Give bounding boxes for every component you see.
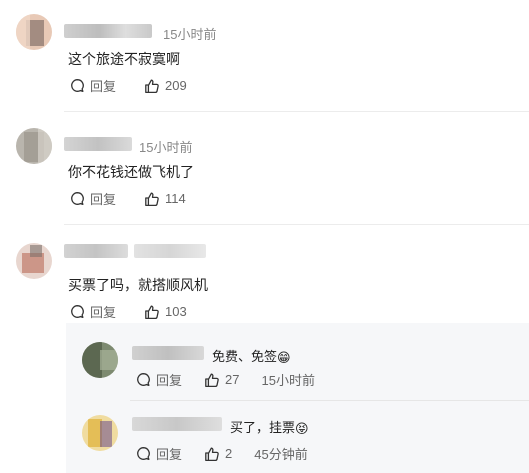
avatar[interactable]	[82, 415, 118, 451]
username-suffix-blurred	[134, 244, 206, 258]
like-count: 209	[165, 78, 187, 93]
like-button[interactable]: 27	[204, 372, 239, 388]
comment-item: 15小时前 这个旅途不寂寞啊 回复 209	[0, 0, 529, 112]
reply-label: 回复	[90, 305, 117, 320]
comment-time: 15小时前	[139, 140, 193, 155]
username-blurred[interactable]	[132, 417, 222, 431]
reply-actions: 回复 27 15小时前	[136, 370, 315, 389]
comment-text: 你不花钱还做飞机了	[68, 164, 194, 180]
reply-text: 免费、免签😁	[212, 346, 291, 365]
comment-time: 15小时前	[163, 27, 217, 42]
like-count: 27	[225, 372, 240, 387]
avatar[interactable]	[82, 342, 118, 378]
reply-label: 回复	[90, 79, 117, 94]
avatar[interactable]	[16, 14, 52, 50]
username-blurred[interactable]	[64, 24, 152, 38]
comment-item: 15小时前 你不花钱还做飞机了 回复 114	[0, 112, 529, 225]
comment-bubble-icon	[137, 447, 150, 460]
comment-text: 买票了吗，就搭顺风机	[68, 277, 208, 293]
reply-button[interactable]: 回复	[136, 444, 182, 463]
comment-bubble-icon	[71, 79, 84, 92]
thumbs-up-icon	[145, 192, 159, 206]
reply-text-content: 买了，挂票	[230, 420, 296, 435]
comment-bubble-icon	[71, 192, 84, 205]
comment-actions: 回复 114	[70, 189, 214, 208]
reply-item: 买了，挂票😝 回复 2 45分钟前	[0, 403, 529, 473]
thumbs-up-icon	[145, 79, 159, 93]
comment-bubble-icon	[137, 373, 150, 386]
thumbs-up-icon	[205, 447, 219, 461]
reply-item: 免费、免签😁 回复 27 15小时前	[0, 330, 529, 400]
comment-actions: 回复 103	[70, 302, 215, 321]
divider	[130, 400, 529, 401]
avatar[interactable]	[16, 128, 52, 164]
like-count: 2	[225, 446, 233, 461]
username-blurred[interactable]	[132, 346, 204, 360]
comment-actions: 回复 209	[70, 76, 215, 95]
grinning-emoji-icon: 😁	[277, 350, 291, 365]
tongue-emoji-icon: 😝	[295, 421, 309, 436]
like-count: 114	[165, 191, 186, 206]
username-blurred[interactable]	[64, 244, 128, 258]
reply-label: 回复	[156, 447, 183, 462]
thumbs-up-icon	[205, 373, 219, 387]
comment-bubble-icon	[71, 305, 84, 318]
thumbs-up-icon	[145, 305, 159, 319]
avatar[interactable]	[16, 243, 52, 279]
reply-button[interactable]: 回复	[70, 76, 116, 95]
like-button[interactable]: 209	[144, 78, 187, 94]
username-blurred[interactable]	[64, 137, 132, 151]
comment-item: 买票了吗，就搭顺风机 回复 103	[0, 225, 529, 325]
like-button[interactable]: 103	[144, 304, 187, 320]
reply-button[interactable]: 回复	[136, 370, 182, 389]
reply-button[interactable]: 回复	[70, 189, 116, 208]
like-count: 103	[165, 304, 187, 319]
reply-label: 回复	[156, 373, 183, 388]
reply-time: 15小时前	[261, 373, 315, 388]
like-button[interactable]: 114	[144, 191, 186, 207]
comment-text: 这个旅途不寂寞啊	[68, 51, 180, 67]
reply-actions: 回复 2 45分钟前	[136, 444, 308, 463]
reply-time: 45分钟前	[254, 447, 308, 462]
reply-text-content: 免费、免签	[212, 349, 278, 364]
reply-label: 回复	[90, 192, 117, 207]
reply-text: 买了，挂票😝	[230, 417, 309, 436]
like-button[interactable]: 2	[204, 446, 232, 462]
reply-button[interactable]: 回复	[70, 302, 116, 321]
